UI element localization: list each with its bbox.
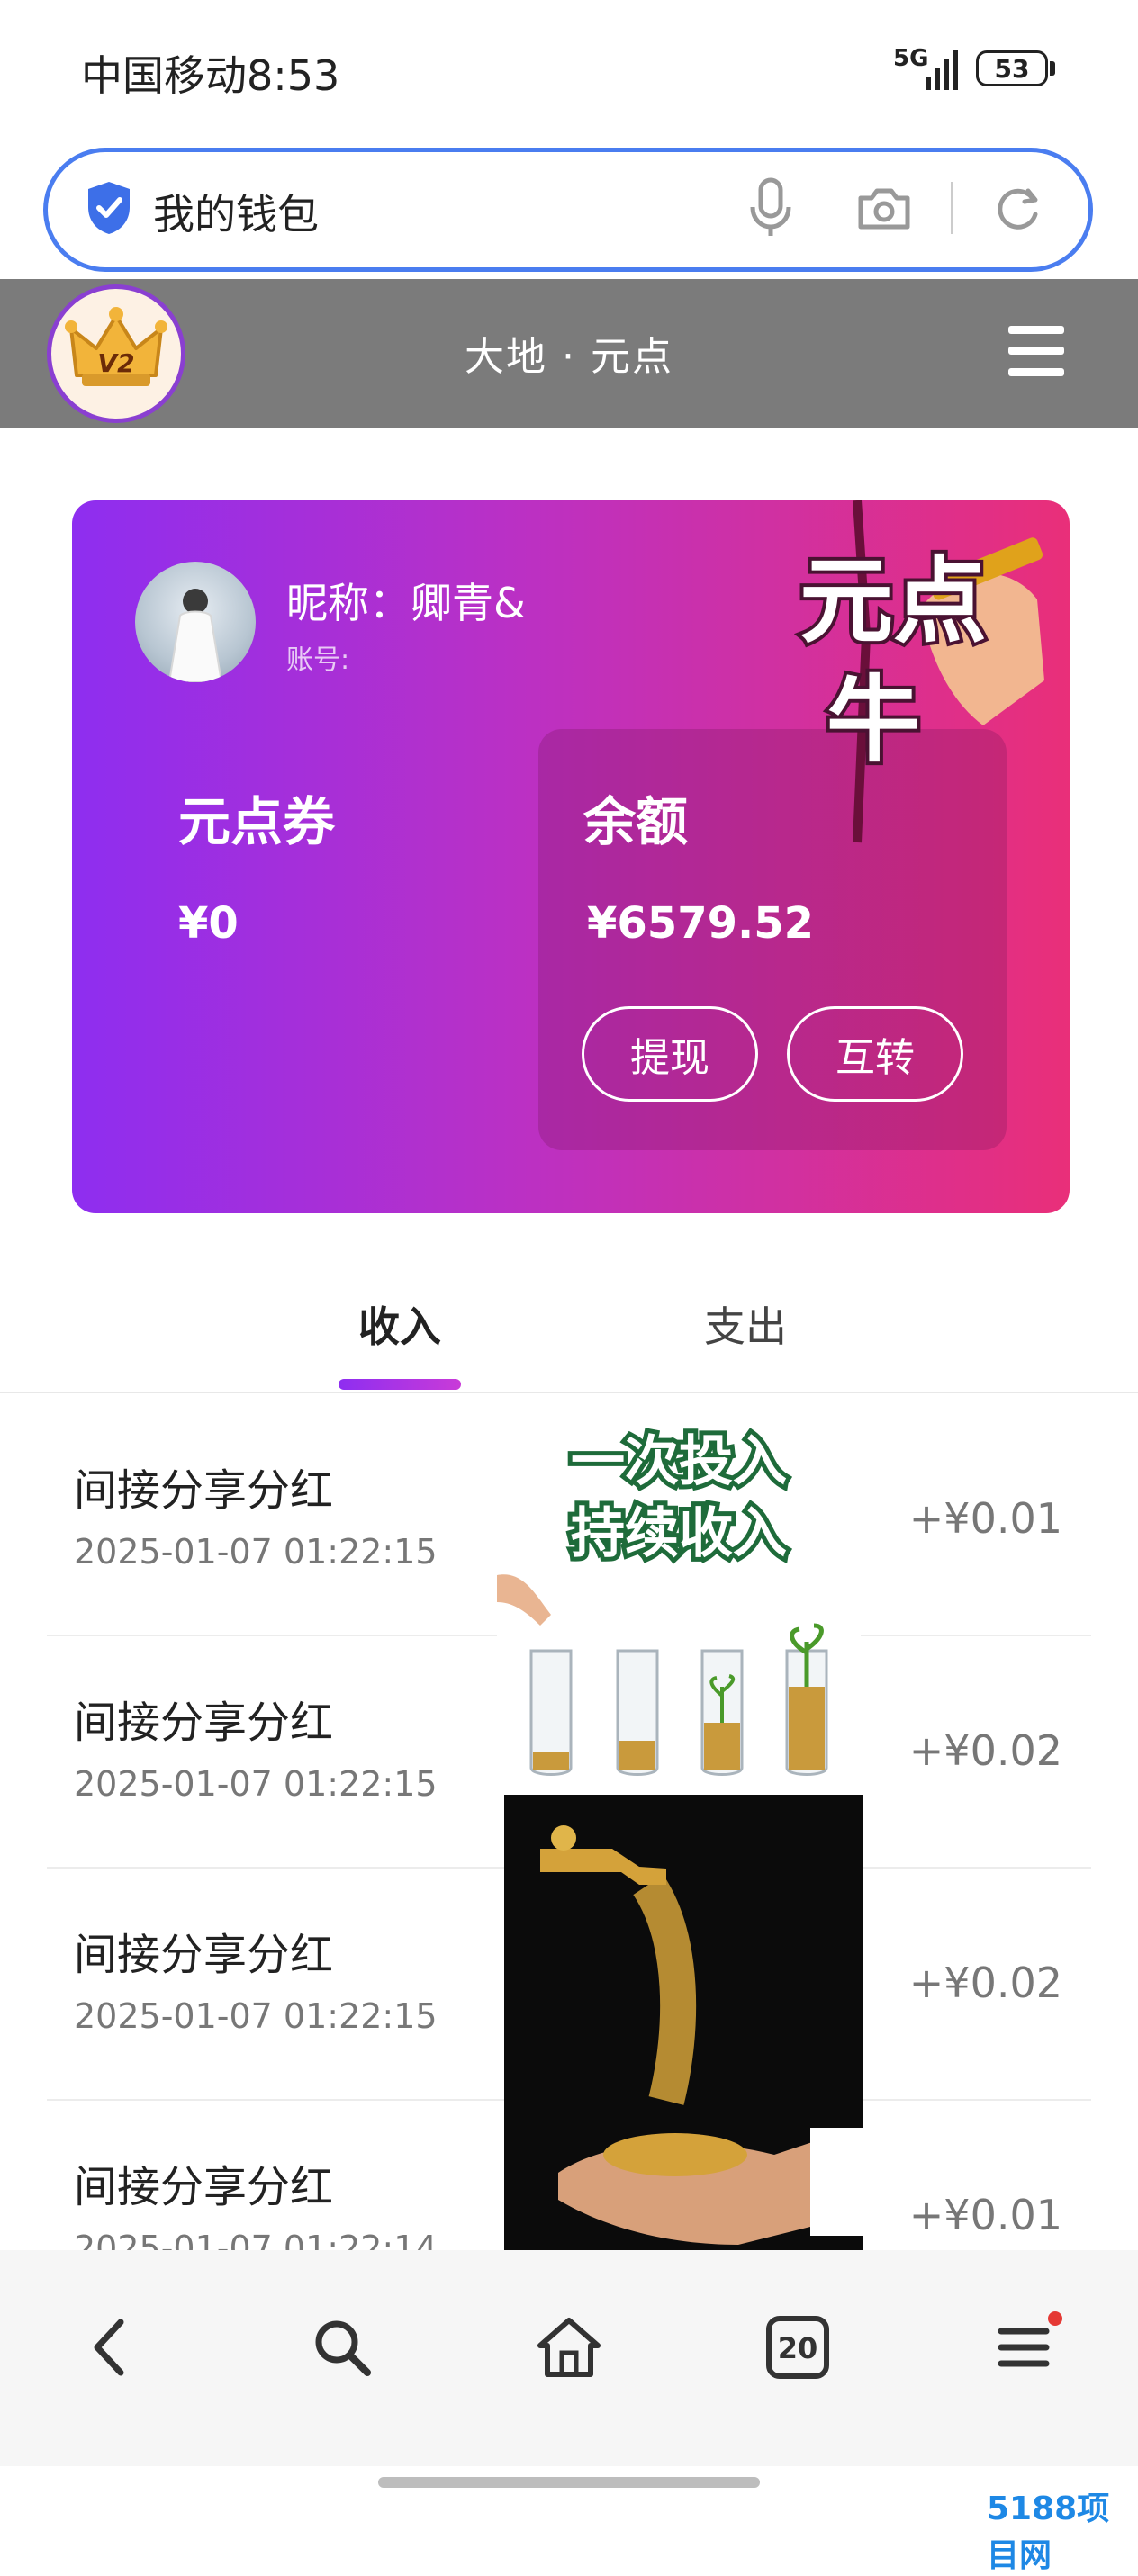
transaction-title: 间接分享分红	[74, 1698, 334, 1748]
address-divider	[951, 182, 953, 234]
camera-icon[interactable]	[855, 185, 913, 232]
tabs-icon[interactable]: 20	[762, 2311, 834, 2383]
coupon-title: 元点券	[178, 791, 336, 852]
tab-count: 20	[778, 2331, 818, 2365]
sticker-line-2: 牛	[826, 665, 920, 775]
withdraw-button[interactable]: 提现	[582, 1006, 758, 1102]
menu-icon[interactable]	[1008, 326, 1064, 376]
more-menu-icon[interactable]	[990, 2311, 1062, 2383]
ad-line-2: 持续收入	[571, 1502, 787, 1565]
transaction-title: 间接分享分红	[74, 2162, 334, 2212]
home-indicator[interactable]	[378, 2477, 760, 2488]
balance-value: ¥6579.52	[587, 898, 815, 949]
tab-active-indicator	[339, 1379, 461, 1390]
carrier-time: 中国移动8:53	[81, 51, 340, 100]
account-label: 账号:	[286, 644, 350, 676]
tab-divider	[0, 1392, 1138, 1393]
address-text[interactable]: 我的钱包	[153, 182, 319, 241]
transaction-time: 2025-01-07 01:22:15	[74, 1764, 438, 1804]
transfer-button[interactable]: 互转	[787, 1006, 963, 1102]
transaction-amount: +¥0.01	[908, 1494, 1062, 1543]
signal-icon	[926, 47, 962, 90]
ad-coins-image	[504, 1795, 863, 2281]
search-icon[interactable]	[306, 2311, 378, 2383]
site-title: 大地 · 元点	[465, 334, 673, 380]
avatar[interactable]	[135, 562, 256, 682]
back-icon[interactable]	[76, 2311, 148, 2383]
tab-expense[interactable]: 支出	[666, 1294, 825, 1354]
network-type: 5G	[893, 45, 929, 72]
battery-icon: 53	[976, 50, 1048, 86]
tab-income[interactable]: 收入	[321, 1294, 479, 1354]
coupon-value: ¥0	[178, 898, 239, 949]
transaction-title: 间接分享分红	[74, 1465, 334, 1516]
yuandian-sticker: 元点 牛	[796, 500, 1044, 843]
transaction-time: 2025-01-07 01:22:15	[74, 1996, 438, 2036]
microphone-icon[interactable]	[747, 176, 794, 239]
ad-line-1: 一次投入	[571, 1430, 787, 1493]
shield-icon	[88, 182, 130, 234]
battery-level: 53	[994, 53, 1030, 84]
balance-title: 余额	[583, 791, 689, 852]
transaction-time: 2025-01-07 01:22:15	[74, 1532, 438, 1572]
refresh-icon[interactable]	[992, 184, 1043, 234]
home-icon[interactable]	[533, 2311, 605, 2383]
transaction-amount: +¥0.02	[908, 1726, 1062, 1775]
ad-jars-image: 一次投入 持续收入	[497, 1417, 861, 1789]
sticker-line-1: 元点	[799, 546, 987, 656]
transaction-title: 间接分享分红	[74, 1930, 334, 1980]
watermark: 5188项目网	[987, 2490, 1110, 2574]
battery-tip	[1050, 61, 1055, 76]
transaction-amount: +¥0.01	[908, 2191, 1062, 2239]
transaction-amount: +¥0.02	[908, 1959, 1062, 2007]
nickname: 昵称：卿青&	[286, 579, 526, 627]
